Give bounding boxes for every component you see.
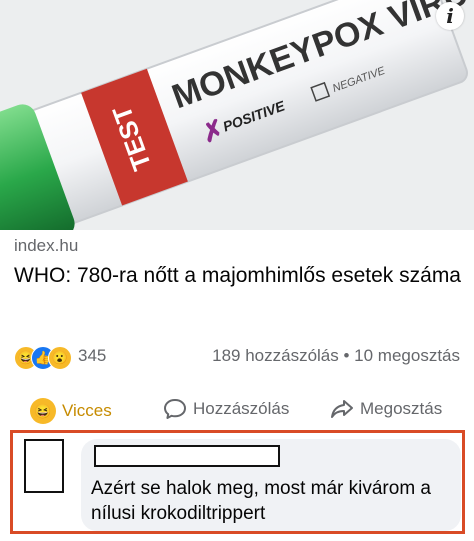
link-source[interactable]: index.hu (14, 236, 78, 256)
reaction-count[interactable]: 345 (78, 346, 106, 366)
laughing-emoji-icon: 😆 (30, 398, 56, 424)
monkeypox-test-tube-illustration: TEST MONKEYPOX VIRUS POSITIVE ✗ NEGATIVE (0, 0, 474, 230)
info-icon[interactable]: i (436, 2, 464, 30)
comment-bubble[interactable]: Azért se halok meg, most már kivárom a n… (81, 439, 461, 531)
comments-shares-count[interactable]: 189 hozzászólás • 10 megosztás (212, 346, 460, 366)
comment-button-label: Hozzászólás (193, 399, 290, 418)
reaction-icons[interactable]: 😆 👍 😮 (14, 346, 74, 370)
wow-icon: 😮 (48, 346, 72, 370)
share-button[interactable]: Megosztás (330, 398, 442, 420)
commenter-name-redacted[interactable] (94, 445, 280, 467)
reaction-button[interactable]: 😆 Vicces (30, 398, 112, 424)
share-icon (331, 400, 353, 418)
post-stats: 😆 👍 😮 345 189 hozzászólás • 10 megosztás (14, 345, 460, 370)
share-button-label: Megosztás (360, 399, 443, 418)
commenter-avatar-redacted[interactable] (24, 439, 64, 493)
comment-text: Azért se halok meg, most már kivárom a n… (91, 478, 431, 524)
link-headline[interactable]: WHO: 780-ra nőtt a majomhimlős esetek sz… (14, 262, 464, 290)
action-bar: 😆 Vicces Hozzászólás Megosztás (0, 390, 474, 430)
comment-button[interactable]: Hozzászólás (163, 398, 289, 420)
post-image[interactable]: TEST MONKEYPOX VIRUS POSITIVE ✗ NEGATIVE… (0, 0, 474, 230)
reaction-button-label: Vicces (62, 401, 112, 420)
comment-icon (164, 399, 186, 419)
highlighted-comment: Azért se halok meg, most már kivárom a n… (10, 430, 465, 534)
